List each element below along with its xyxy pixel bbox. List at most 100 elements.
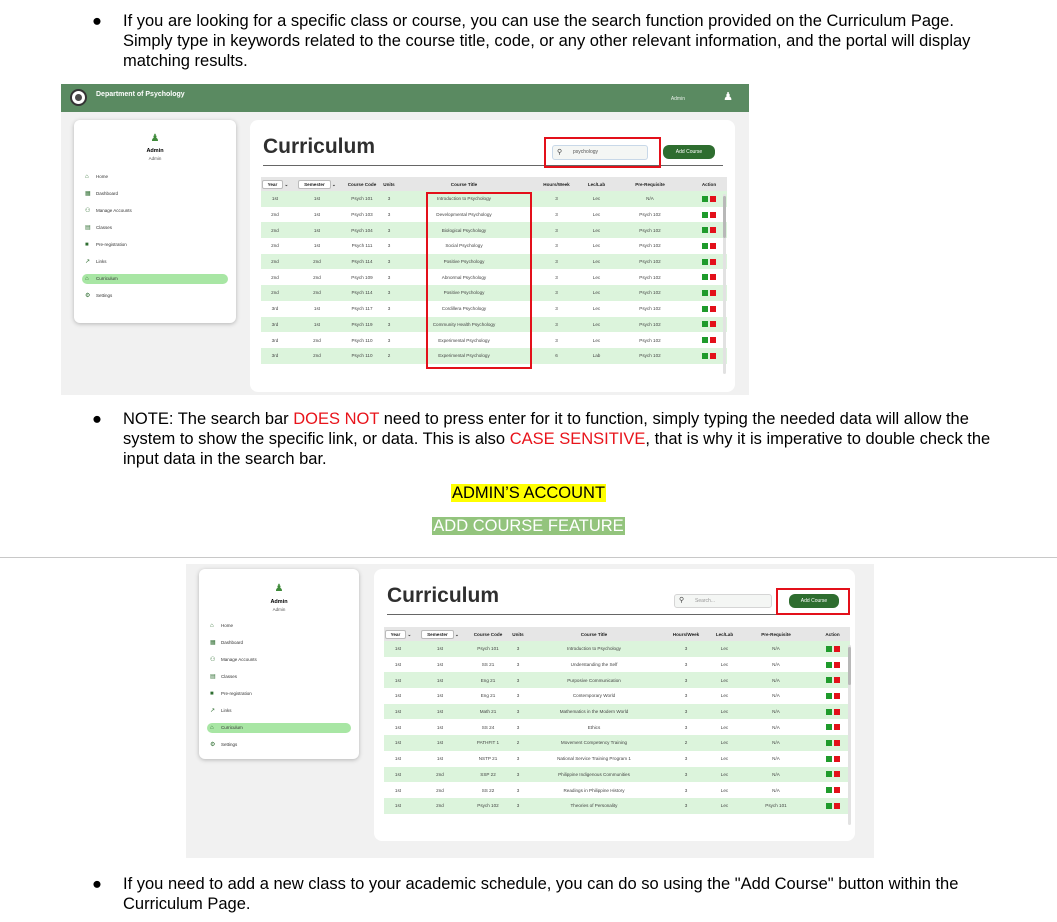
delete-icon[interactable] [833,677,840,684]
table-cell: Ethics [528,719,660,736]
table-cell: 2nd [412,782,468,798]
delete-icon[interactable] [833,787,840,794]
sidebar-item-curriculum[interactable]: ⌂ Curriculum [207,723,351,733]
delete-icon[interactable] [833,739,840,746]
delete-icon[interactable] [833,692,840,699]
sidebar-item-links[interactable]: ↗ Links [82,257,228,267]
edit-icon[interactable] [825,645,832,652]
delete-icon[interactable] [710,305,716,312]
user-icon[interactable]: ♟ [723,91,733,103]
column-header-year[interactable]: Year ⌄ [384,627,412,641]
sidebar-item-settings[interactable]: ⚙ Settings [82,291,228,301]
edit-icon[interactable] [702,242,708,249]
edit-icon[interactable] [702,274,708,281]
action-cell [691,238,727,254]
action-cell [815,750,850,767]
sidebar-item-classes[interactable]: ▤ Classes [207,672,351,682]
edit-icon[interactable] [702,195,708,202]
table-cell: 3 [379,253,399,270]
delete-icon[interactable] [833,771,840,778]
column-header-semester[interactable]: Semester ⌄ [289,177,345,191]
edit-icon[interactable] [825,802,832,809]
edit-icon[interactable] [702,289,708,296]
sidebar-item-pre-registration[interactable]: ■ Pre-registration [207,689,351,699]
delete-icon[interactable] [710,352,716,359]
delete-icon[interactable] [710,258,716,265]
table-cell: Psych 102 [468,797,508,814]
sidebar-item-curriculum[interactable]: ⌂ Curriculum [82,274,228,284]
sidebar-item-manage-accounts[interactable]: ⚇ Manage Accounts [207,655,351,665]
table-cell: Psych 103 [345,206,379,223]
delete-icon[interactable] [710,289,716,296]
column-header-action: Action [691,177,727,191]
delete-icon[interactable] [833,724,840,731]
sidebar-item-classes[interactable]: ▤ Classes [82,223,228,233]
delete-icon[interactable] [833,755,840,762]
action-cell [691,222,727,239]
app-header: Department of Psychology Admin ♟ [61,84,749,112]
sidebar-item-links[interactable]: ↗ Links [207,706,351,716]
table-cell: Lec [584,332,609,348]
delete-icon[interactable] [833,661,840,668]
edit-icon[interactable] [825,661,832,668]
edit-icon[interactable] [825,739,832,746]
edit-icon[interactable] [825,692,832,699]
column-header-year[interactable]: Year ⌄ [261,177,289,191]
sidebar-item-pre-registration[interactable]: ■ Pre-registration [82,240,228,250]
column-header-semester[interactable]: Semester ⌄ [412,627,468,641]
sidebar-item-manage-accounts[interactable]: ⚇ Manage Accounts [82,206,228,216]
delete-icon[interactable] [710,274,716,281]
table-cell: Readings in Philippine History [528,782,660,798]
note-emphasis-does-not: DOES NOT [293,410,380,428]
table-cell: N/A [737,656,815,673]
delete-icon[interactable] [833,645,840,652]
edit-icon[interactable] [825,787,832,794]
sidebar-item-dashboard[interactable]: ▦ Dashboard [207,638,351,648]
delete-icon[interactable] [710,321,716,328]
sidebar-item-home[interactable]: ⌂ Home [207,621,351,631]
edit-icon[interactable] [825,708,832,715]
delete-icon[interactable] [710,242,716,249]
delete-icon[interactable] [710,337,716,344]
delete-icon[interactable] [710,211,716,218]
search-input[interactable]: ⚲ Search... [674,594,772,608]
edit-icon[interactable] [702,211,708,218]
column-header-course-title: Course Title [399,177,529,191]
sidebar-item-home[interactable]: ⌂ Home [82,172,228,182]
edit-icon[interactable] [825,771,832,778]
edit-icon[interactable] [702,352,708,359]
action-cell [691,253,727,270]
edit-icon[interactable] [702,321,708,328]
delete-icon[interactable] [833,708,840,715]
table-scrollbar-thumb[interactable] [723,196,726,238]
edit-icon[interactable] [702,305,708,312]
table-cell: Lec [584,206,609,223]
table-cell: 1st [412,672,468,689]
edit-icon[interactable] [825,755,832,762]
delete-icon[interactable] [833,802,840,809]
table-cell: 3 [529,206,584,223]
add-course-button[interactable]: Add Course [663,145,715,159]
table-cell: 3 [660,766,712,783]
edit-icon[interactable] [702,337,708,344]
add-course-highlight-box [776,588,850,615]
table-cell: SS 22 [468,782,508,798]
sidebar-item-dashboard[interactable]: ▦ Dashboard [82,189,228,199]
table-cell: 1st [412,641,468,657]
delete-icon[interactable] [710,195,716,202]
curriculum-table: Year ⌄ Semester ⌄ Course Code Units Course T… [384,627,850,814]
edit-icon[interactable] [702,227,708,234]
table-cell: Understanding the Self [528,656,660,673]
edit-icon[interactable] [702,258,708,265]
bullet-marker: ● [92,12,102,30]
table-scrollbar-thumb[interactable] [848,647,851,685]
column-header-lec-lab: Lec/Lab [712,627,737,641]
table-cell: Psych 102 [609,285,691,301]
edit-icon[interactable] [825,724,832,731]
table-cell: Purposive Communication [528,672,660,689]
table-cell: 1st [289,238,345,254]
table-cell: 1st [412,703,468,720]
edit-icon[interactable] [825,677,832,684]
delete-icon[interactable] [710,227,716,234]
sidebar-item-settings[interactable]: ⚙ Settings [207,740,351,750]
